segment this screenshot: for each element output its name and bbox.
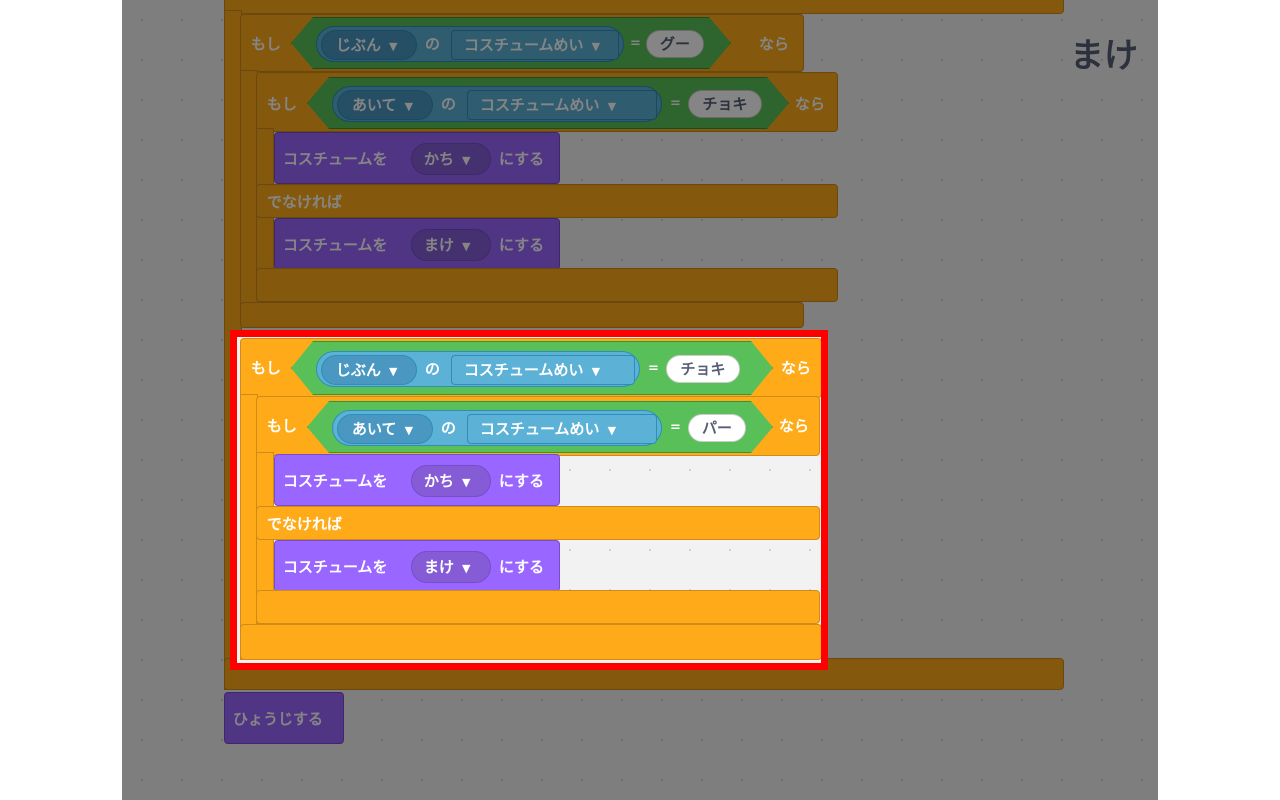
- equals-operator[interactable]: あいて ▼ の コスチュームめい ▼ = チョキ: [307, 77, 789, 129]
- chevron-down-icon: ▼: [462, 154, 471, 167]
- value-input[interactable]: チョキ: [688, 90, 762, 118]
- then-keyword: なら: [795, 95, 826, 113]
- of-label: の: [441, 95, 457, 113]
- attribute-dropdown[interactable]: コスチュームめい▼: [467, 90, 657, 120]
- of-label: の: [425, 35, 441, 53]
- chevron-down-icon: ▼: [607, 100, 617, 113]
- switch-costume-suffix: にする: [499, 236, 545, 254]
- attribute-dropdown[interactable]: コスチュームめい▼: [451, 30, 619, 60]
- sprite-dropdown[interactable]: あいて▼: [337, 90, 433, 120]
- else-section: でなければ: [256, 184, 838, 218]
- if-block-rock-bottom: [240, 302, 804, 328]
- sensing-of-block[interactable]: あいて▼ の コスチュームめい▼: [332, 86, 662, 122]
- outer-if-else-block[interactable]: [224, 0, 1064, 14]
- if-keyword: もし: [267, 95, 298, 113]
- switch-costume-prefix: コスチュームを: [283, 150, 388, 168]
- sensing-of-block[interactable]: じぶん▼ の コスチュームめい▼: [316, 26, 624, 62]
- chevron-down-icon: ▼: [389, 40, 398, 53]
- equals-operator[interactable]: じぶん ▼ の コスチュームめい ▼ = グー: [291, 17, 731, 69]
- sprite-costume-label: まけ: [1070, 36, 1138, 76]
- value-input[interactable]: グー: [646, 30, 704, 58]
- equals-sign: =: [630, 36, 641, 51]
- switch-costume-suffix: にする: [499, 150, 545, 168]
- switch-costume-block[interactable]: コスチュームを まけ▼ にする: [274, 218, 560, 270]
- if-keyword: もし: [251, 35, 282, 53]
- chevron-down-icon: ▼: [591, 40, 601, 53]
- then-keyword: なら: [759, 35, 790, 53]
- costume-dropdown[interactable]: まけ▼: [411, 229, 491, 261]
- equals-sign: =: [670, 96, 681, 111]
- show-label: ひょうじする: [233, 710, 324, 728]
- switch-costume-prefix: コスチュームを: [283, 236, 388, 254]
- nested-if-scissors[interactable]: もし あいて ▼ の コスチュームめい ▼ = チョキ なら: [256, 72, 838, 132]
- chevron-down-icon: ▼: [404, 100, 414, 113]
- switch-costume-block[interactable]: コスチュームを かち▼ にする: [274, 132, 560, 184]
- if-block-rock[interactable]: もし じぶん ▼ の コスチュームめい ▼ = グー なら: [240, 14, 804, 72]
- costume-dropdown[interactable]: かち▼: [411, 143, 491, 175]
- sprite-dropdown[interactable]: じぶん▼: [321, 30, 417, 60]
- show-block[interactable]: ひょうじする: [224, 692, 344, 744]
- else-keyword: でなければ: [267, 193, 343, 211]
- nested-if-scissors-bottom: [256, 268, 838, 302]
- highlight-frame: [230, 330, 828, 670]
- chevron-down-icon: ▼: [462, 240, 471, 253]
